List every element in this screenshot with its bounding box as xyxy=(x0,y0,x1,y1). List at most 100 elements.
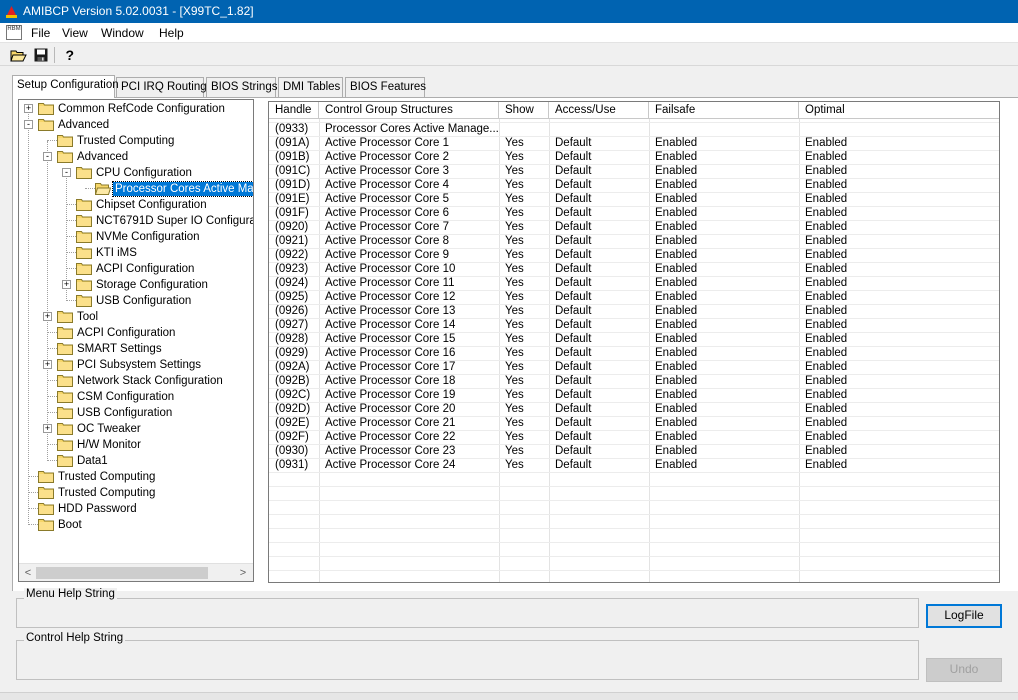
grid-row[interactable]: (0925) Active Processor Core 12 Yes Default… xyxy=(269,290,999,304)
tree-node-label[interactable]: Chipset Configuration xyxy=(94,198,209,212)
grid-row[interactable]: (0920) Active Processor Core 7 Yes Default E… xyxy=(269,220,999,234)
cell-access-use[interactable]: Default xyxy=(549,234,649,248)
tree-node-label[interactable]: CPU Configuration xyxy=(94,166,194,180)
open-button[interactable] xyxy=(8,46,28,64)
cell-optimal[interactable]: Enabled xyxy=(799,374,999,388)
cell-optimal[interactable] xyxy=(799,122,999,136)
grid-row[interactable]: (091E) Active Processor Core 5 Yes Default E… xyxy=(269,192,999,206)
cell-optimal[interactable]: Enabled xyxy=(799,248,999,262)
cell-access-use[interactable]: Default xyxy=(549,318,649,332)
cell-access-use[interactable]: Default xyxy=(549,164,649,178)
cell-optimal[interactable]: Enabled xyxy=(799,234,999,248)
cell-optimal[interactable]: Enabled xyxy=(799,318,999,332)
cell-optimal[interactable]: Enabled xyxy=(799,458,999,472)
collapse-icon[interactable]: - xyxy=(62,168,71,177)
tree-node-label[interactable]: NCT6791D Super IO Configuration xyxy=(94,214,253,228)
cell-access-use[interactable]: Default xyxy=(549,136,649,150)
cell-failsafe[interactable]: Enabled xyxy=(649,388,799,402)
tree-node-label[interactable]: USB Configuration xyxy=(75,406,174,420)
tree-node[interactable]: NVMe Configuration xyxy=(19,229,253,245)
cell-show[interactable]: Yes xyxy=(499,262,549,276)
scroll-left-arrow-icon[interactable]: < xyxy=(20,566,36,580)
system-menu-icon[interactable]: RBM xyxy=(6,25,22,40)
tree-node-label[interactable]: Trusted Computing xyxy=(56,486,157,500)
cell-failsafe[interactable]: Enabled xyxy=(649,276,799,290)
cell-failsafe[interactable]: Enabled xyxy=(649,318,799,332)
cell-optimal[interactable]: Enabled xyxy=(799,262,999,276)
cell-failsafe[interactable]: Enabled xyxy=(649,136,799,150)
cell-failsafe[interactable]: Enabled xyxy=(649,206,799,220)
tree-node-label[interactable]: Advanced xyxy=(75,150,130,164)
tree-node-label[interactable]: Trusted Computing xyxy=(56,470,157,484)
tree-node-label[interactable]: Network Stack Configuration xyxy=(75,374,225,388)
cell-failsafe[interactable]: Enabled xyxy=(649,220,799,234)
control-grid[interactable]: Handle Control Group Structures Show Acc… xyxy=(268,101,1000,583)
cell-optimal[interactable]: Enabled xyxy=(799,164,999,178)
scroll-thumb[interactable] xyxy=(36,567,208,579)
tree-node[interactable]: ACPI Configuration xyxy=(19,261,253,277)
cell-show[interactable]: Yes xyxy=(499,150,549,164)
cell-failsafe[interactable]: Enabled xyxy=(649,402,799,416)
grid-row[interactable]: (091F) Active Processor Core 6 Yes Default E… xyxy=(269,206,999,220)
cell-show[interactable]: Yes xyxy=(499,304,549,318)
cell-access-use[interactable]: Default xyxy=(549,304,649,318)
menu-window[interactable]: Window xyxy=(101,26,144,40)
cell-access-use[interactable]: Default xyxy=(549,430,649,444)
grid-row[interactable]: (092E) Active Processor Core 21 Yes Default… xyxy=(269,416,999,430)
cell-show[interactable]: Yes xyxy=(499,276,549,290)
tree-node-label[interactable]: Trusted Computing xyxy=(75,134,176,148)
cell-show[interactable]: Yes xyxy=(499,248,549,262)
tree-node-label[interactable]: ACPI Configuration xyxy=(75,326,177,340)
cell-failsafe[interactable]: Enabled xyxy=(649,290,799,304)
cell-show[interactable]: Yes xyxy=(499,234,549,248)
expand-icon[interactable]: + xyxy=(24,104,33,113)
grid-row[interactable]: (0922) Active Processor Core 9 Yes Default E… xyxy=(269,248,999,262)
tree-node-label[interactable]: Data1 xyxy=(75,454,110,468)
expand-icon[interactable]: + xyxy=(43,312,52,321)
tree-node[interactable]: H/W Monitor xyxy=(19,437,253,453)
grid-row[interactable]: (091C) Active Processor Core 3 Yes Default E… xyxy=(269,164,999,178)
cell-show[interactable]: Yes xyxy=(499,374,549,388)
cell-optimal[interactable]: Enabled xyxy=(799,290,999,304)
cell-show[interactable]: Yes xyxy=(499,360,549,374)
expand-icon[interactable]: + xyxy=(62,280,71,289)
column-header-failsafe[interactable]: Failsafe xyxy=(649,102,799,119)
tree-node[interactable]: - Advanced xyxy=(19,149,253,165)
cell-optimal[interactable]: Enabled xyxy=(799,416,999,430)
cell-optimal[interactable]: Enabled xyxy=(799,136,999,150)
tree-node-label[interactable]: CSM Configuration xyxy=(75,390,176,404)
cell-failsafe[interactable]: Enabled xyxy=(649,374,799,388)
undo-button[interactable]: Undo xyxy=(926,658,1002,682)
cell-access-use[interactable]: Default xyxy=(549,458,649,472)
tree-node[interactable]: Trusted Computing xyxy=(19,469,253,485)
cell-failsafe[interactable]: Enabled xyxy=(649,150,799,164)
cell-show[interactable]: Yes xyxy=(499,444,549,458)
scroll-right-arrow-icon[interactable]: > xyxy=(235,566,251,580)
grid-row[interactable]: (0929) Active Processor Core 16 Yes Default… xyxy=(269,346,999,360)
cell-access-use[interactable]: Default xyxy=(549,192,649,206)
tree-node-label[interactable]: Storage Configuration xyxy=(94,278,210,292)
cell-show[interactable]: Yes xyxy=(499,290,549,304)
cell-access-use[interactable]: Default xyxy=(549,416,649,430)
cell-failsafe[interactable]: Enabled xyxy=(649,304,799,318)
tree-node[interactable]: Data1 xyxy=(19,453,253,469)
cell-show[interactable]: Yes xyxy=(499,332,549,346)
grid-row[interactable]: (092B) Active Processor Core 18 Yes Default… xyxy=(269,374,999,388)
tree-node[interactable]: - CPU Configuration xyxy=(19,165,253,181)
grid-row[interactable]: (092D) Active Processor Core 20 Yes Default… xyxy=(269,402,999,416)
tree-node-label[interactable]: Boot xyxy=(56,518,84,532)
tree-node[interactable]: + OC Tweaker xyxy=(19,421,253,437)
cell-access-use[interactable]: Default xyxy=(549,346,649,360)
cell-show[interactable]: Yes xyxy=(499,402,549,416)
cell-optimal[interactable]: Enabled xyxy=(799,206,999,220)
column-header-control-group-structures[interactable]: Control Group Structures xyxy=(319,102,499,119)
cell-failsafe[interactable] xyxy=(649,122,799,136)
tree-node[interactable]: + Common RefCode Configuration xyxy=(19,101,253,117)
cell-show[interactable] xyxy=(499,122,549,136)
cell-failsafe[interactable]: Enabled xyxy=(649,164,799,178)
tab-bios-strings[interactable]: BIOS Strings xyxy=(206,77,277,97)
tree-node[interactable]: NCT6791D Super IO Configuration xyxy=(19,213,253,229)
cell-failsafe[interactable]: Enabled xyxy=(649,430,799,444)
cell-show[interactable]: Yes xyxy=(499,346,549,360)
cell-optimal[interactable]: Enabled xyxy=(799,192,999,206)
